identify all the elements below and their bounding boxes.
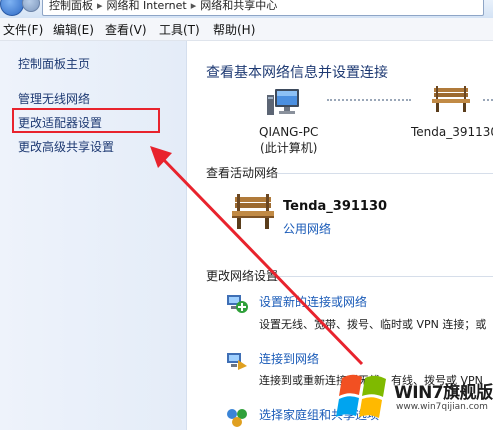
setup-new-connection-desc: 设置无线、宽带、拨号、临时或 VPN 连接；或 — [259, 318, 487, 331]
computer-icon[interactable] — [267, 87, 303, 121]
sidebar-item-advanced-sharing[interactable]: 更改高级共享设置 — [18, 138, 114, 155]
watermark-text: WIN7旗舰版 — [394, 383, 493, 403]
breadcrumb-separator-icon: ▸ — [97, 0, 103, 12]
sidebar: 控制面板主页 管理无线网络 更改适配器设置 更改高级共享设置 — [0, 41, 187, 430]
watermark-url: www.win7qijian.com — [396, 402, 488, 412]
bench-icon[interactable] — [431, 86, 471, 114]
address-bar[interactable]: 控制面板 ▸ 网络和 Internet ▸ 网络和共享中心 — [42, 0, 484, 16]
active-network-name: Tenda_391130 — [283, 199, 388, 214]
breadcrumb-network-internet[interactable]: 网络和 Internet — [107, 0, 187, 12]
connection-line — [327, 99, 411, 101]
connection-line — [483, 99, 493, 101]
forward-button[interactable] — [22, 0, 40, 12]
divider — [277, 173, 493, 174]
bench-icon — [232, 194, 274, 229]
sidebar-item-manage-wireless[interactable]: 管理无线网络 — [18, 90, 90, 107]
title-bar: 控制面板 ▸ 网络和 Internet ▸ 网络和共享中心 — [0, 0, 493, 18]
menu-bar: 文件(F) 编辑(E) 查看(V) 工具(T) 帮助(H) — [0, 18, 493, 41]
setup-new-connection-link[interactable]: 设置新的连接或网络 — [259, 293, 367, 310]
new-connection-icon — [227, 295, 248, 313]
menu-view[interactable]: 查看(V) — [105, 21, 147, 38]
divider — [277, 276, 493, 277]
computer-name-line1: QIANG-PC — [259, 125, 319, 139]
network-type-link[interactable]: 公用网络 — [283, 220, 331, 237]
windows-logo-icon — [336, 374, 386, 418]
page-title: 查看基本网络信息并设置连接 — [206, 65, 388, 81]
connect-network-icon — [227, 353, 247, 370]
homegroup-icon — [227, 409, 247, 427]
computer-name-line2: (此计算机) — [260, 141, 318, 155]
connect-to-network-link[interactable]: 连接到网络 — [259, 350, 319, 367]
menu-help[interactable]: 帮助(H) — [213, 21, 255, 38]
back-button[interactable] — [0, 0, 24, 16]
network-name[interactable]: Tenda_391130 — [411, 125, 493, 139]
breadcrumb-sharing-center[interactable]: 网络和共享中心 — [200, 0, 277, 12]
menu-edit[interactable]: 编辑(E) — [53, 21, 94, 38]
menu-file[interactable]: 文件(F) — [3, 21, 43, 38]
change-settings-title: 更改网络设置 — [206, 269, 279, 283]
sidebar-item-control-panel-home[interactable]: 控制面板主页 — [18, 55, 90, 72]
annotation-highlight-box — [12, 108, 160, 133]
active-networks-title: 查看活动网络 — [206, 166, 279, 180]
menu-tools[interactable]: 工具(T) — [159, 21, 200, 38]
breadcrumb-separator-icon: ▸ — [190, 0, 197, 12]
computer-name[interactable]: QIANG-PC (此计算机) — [259, 124, 318, 156]
watermark: WIN7旗舰版 www.win7qijian.com — [334, 364, 493, 430]
breadcrumb-control-panel[interactable]: 控制面板 — [49, 0, 93, 12]
